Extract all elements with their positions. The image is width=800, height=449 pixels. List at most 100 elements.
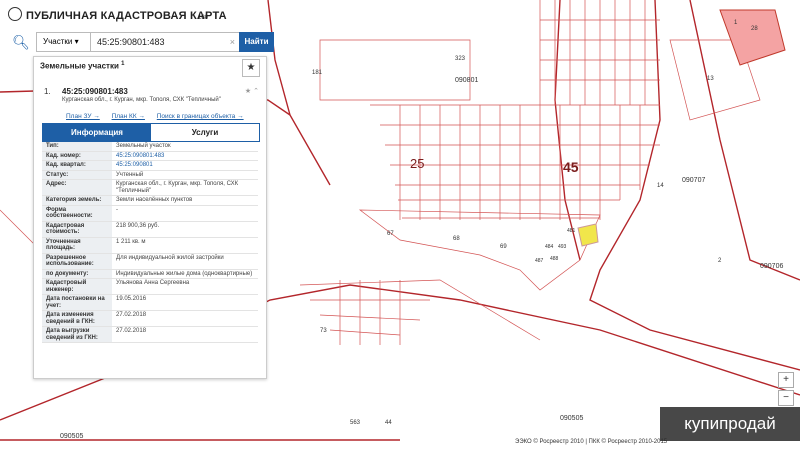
details-key: Тип: [42,142,112,151]
zoom-controls: + − [778,372,794,408]
info-tabs: Информация Услуги [42,123,260,142]
map-label-28: 28 [751,26,758,32]
details-key: Дата постановки на учет: [42,295,112,310]
map-label-488: 488 [550,256,559,262]
details-key: Кадастровая стоимость: [42,221,112,237]
details-row: Кадастровый инженер: Ульянова Анна Сергее… [42,279,258,295]
details-row: Дата выгрузки сведений из ГКН: 27.02.2018 [42,327,258,343]
details-row: Кадастровая стоимость: 218 900,36 руб. [42,221,258,238]
details-value: 19.05.2016 [116,296,147,302]
selected-parcel-highlight [577,223,599,247]
map-label-481: 481 [567,228,576,234]
collapse-icon[interactable]: ⌃ [253,88,259,95]
result-address: Курганская обл., г. Курган, мкр. Тополя,… [62,97,221,103]
details-key: Кад. номер: [42,151,112,160]
details-table: Тип: Земельный участок Кад. номер: 45:25:09… [42,142,258,343]
details-key: по документу: [42,269,112,278]
details-row: Дата изменения сведений в ГКН: 27.02.2018 [42,311,258,327]
map-label-487: 487 [535,258,544,264]
map-label-13: 13 [707,76,714,82]
map-label-73: 73 [320,328,327,334]
results-title-text: Земельные участки [40,61,119,71]
map-label-45: 45 [563,159,579,175]
map-label-323: 323 [455,56,466,62]
result-number: 1. [44,87,51,96]
map-label-14: 14 [657,183,664,189]
search-in-bounds-link[interactable]: Поиск в границах объекта → [157,113,244,120]
search-input[interactable]: 45:25:90801:483 × [90,32,242,52]
details-value: Ульянова Анна Сергеевна [116,280,190,286]
map-label-090505-b: 090505 [560,415,583,422]
map-label-67: 67 [387,231,394,237]
result-cadastral-id[interactable]: 45:25:090801:483 [62,87,128,96]
details-row: Форма собственности: - [42,205,258,222]
map-label-563: 563 [350,420,361,426]
watermark: купипродай [660,407,800,441]
details-value: Земли населённых пунктов [116,197,193,203]
details-value: Для индивидуальной жилой застройки [116,254,224,261]
map-label-68: 68 [453,236,460,242]
map-label-44: 44 [385,420,392,426]
details-row: по документу: Индивидуальные жилые дома (… [42,269,258,279]
result-links: План ЗУ → План КК → Поиск в границах объ… [66,113,254,120]
logo-icon [8,7,22,21]
object-type-select[interactable]: Участки ▾ [36,32,94,52]
details-value: Курганская обл., г. Курган, мкр. Тополя,… [116,181,239,194]
find-button[interactable]: Найти [239,32,274,52]
details-row: Категория земель: Земли населённых пункто… [42,196,258,206]
details-row: Кад. квартал: 45:25:090801 [42,161,258,171]
map-label-090505-a: 090505 [60,433,83,440]
details-value: Учтенный [116,171,144,178]
details-value[interactable]: 45:25:090801 [112,161,258,170]
object-type-value: Участки [43,37,73,46]
details-key: Кад. квартал: [42,161,112,170]
plan-kk-link[interactable]: План КК → [112,113,145,120]
results-count: 1 [121,61,125,67]
copyright-text: ЭЭКО © Росреестр 2010 | ПКК © Росреестр … [515,439,668,445]
map-label-090801: 090801 [455,77,478,84]
plan-zu-link[interactable]: План ЗУ → [66,113,100,120]
zoom-in-button[interactable]: + [778,372,794,388]
tab-services[interactable]: Услуги [151,124,259,141]
details-key: Кадастровый инженер: [42,279,112,294]
details-key: Адрес: [42,180,112,195]
map-label-090707: 090707 [682,177,705,184]
details-value: 27.02.2018 [116,328,147,334]
details-key: Дата изменения сведений в ГКН: [42,311,112,326]
zoom-out-button[interactable]: − [778,390,794,406]
details-value: Земельный участок [116,143,171,149]
details-key: Уточненная площадь: [42,237,112,253]
details-row: Кад. номер: 45:25:090801:483 [42,151,258,161]
search-query-value: 45:25:90801:483 [97,37,165,47]
favorites-star-button[interactable]: ★ [242,59,260,77]
details-value: 218 900,36 руб. [116,222,160,229]
map-label-25: 25 [410,156,424,171]
result-actions[interactable]: ★ ⌃ [245,87,259,95]
details-key: Разрешенное использование: [42,253,112,269]
tab-information[interactable]: Информация [43,124,151,141]
details-key: Статус: [42,170,112,179]
clear-icon[interactable]: × [230,33,235,51]
details-value: - [116,206,118,213]
map-label-181: 181 [312,70,323,76]
map-label-69: 69 [500,244,507,250]
map-label-493: 493 [558,244,567,250]
map-label-090706: 090706 [760,263,783,270]
details-value: 1 211 кв. м [116,238,146,245]
details-row: Дата постановки на учет: 19.05.2016 [42,295,258,311]
app-logo[interactable]: ПУБЛИЧНАЯ КАДАСТРОВАЯ КАРТА [8,7,227,22]
results-title: Земельные участки 1 [40,61,124,71]
details-key: Форма собственности: [42,205,112,221]
search-bar: 🔍︎ Участки ▾ 45:25:90801:483 × Найти [10,31,274,53]
details-key: Дата выгрузки сведений из ГКН: [42,327,112,342]
search-icon[interactable]: 🔍︎ [10,31,32,53]
details-row: Разрешенное использование: Для индивидуал… [42,253,258,270]
chevron-down-icon: ▾ [74,37,79,46]
details-row: Статус: Учтенный [42,170,258,180]
details-value: Индивидуальные жилые дома (одноквартирны… [116,270,253,277]
details-value[interactable]: 45:25:090801:483 [112,152,258,161]
details-row: Адрес: Курганская обл., г. Курган, мкр. Т… [42,180,258,196]
app-title: ПУБЛИЧНАЯ КАДАСТРОВАЯ КАРТА [26,10,227,22]
details-key: Категория земель: [42,196,112,205]
star-icon[interactable]: ★ [245,88,251,95]
